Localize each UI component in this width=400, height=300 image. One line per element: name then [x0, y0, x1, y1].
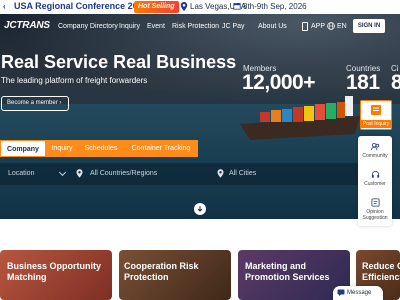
nav-company-directory[interactable]: Company Directory — [58, 23, 118, 30]
tab-schedules[interactable]: Schedules — [78, 140, 124, 157]
chevron-down-icon — [58, 168, 67, 177]
tab-inquiry[interactable]: Inquiry — [46, 140, 78, 157]
promo-date: 8th-9th Sep, 2026 — [243, 2, 307, 11]
search-bar: Location All Countries/Regions All Citie… — [0, 163, 358, 185]
sign-in-button[interactable]: SIGN IN — [353, 19, 385, 33]
become-member-button[interactable]: Become a member › — [1, 96, 69, 111]
sidebar-item-community[interactable]: Community — [358, 138, 392, 166]
hot-selling-badge: Hot Selling — [134, 1, 179, 13]
location-pin-icon — [217, 169, 224, 178]
promo-title: USA Regional Conference 2026 — [14, 1, 148, 11]
card-title: Reduce C Efficiency — [362, 261, 400, 282]
post-inquiry-label: Post Inquiry — [361, 120, 391, 128]
message-button[interactable]: Message — [333, 286, 383, 300]
promo-banner[interactable]: ‹ USA Regional Conference 2026 Hot Selli… — [0, 0, 400, 14]
card-cooperation-risk[interactable]: Cooperation Risk Protection — [119, 250, 231, 300]
nav-about-us[interactable]: About Us — [258, 23, 287, 30]
tab-container-tracking[interactable]: Container Tracking — [124, 140, 198, 157]
phone-icon — [302, 22, 308, 31]
tab-company[interactable]: Company — [0, 140, 46, 157]
stat-countries-value: 181 — [346, 71, 380, 94]
location-pin-icon — [180, 2, 188, 11]
post-inquiry-button[interactable]: Post Inquiry — [360, 100, 392, 130]
floating-sidebar: Community Customer Opinion Suggestion — [358, 136, 392, 226]
arrow-down-icon — [197, 206, 203, 212]
chevron-left-icon: ‹ — [3, 2, 6, 11]
inquiry-icon — [371, 105, 381, 115]
nav-inquiry[interactable]: Inquiry — [119, 23, 140, 30]
nav-jc-pay[interactable]: JC Pay — [222, 23, 245, 30]
nav-app[interactable]: APP — [311, 23, 325, 30]
sidebar-item-customer[interactable]: Customer — [358, 166, 392, 194]
sidebar-label-community: Community — [362, 153, 388, 159]
sidebar-item-opinion[interactable]: Opinion Suggestion — [358, 194, 392, 222]
hero-section — [0, 14, 400, 219]
message-label: Message — [347, 290, 372, 296]
nav-event[interactable]: Event — [147, 23, 165, 30]
cities-select[interactable]: All Cities — [229, 163, 256, 185]
countries-select[interactable]: All Countries/Regions — [90, 163, 157, 185]
feedback-icon — [370, 198, 380, 207]
community-icon — [370, 142, 379, 151]
chevron-right-icon: › — [59, 100, 62, 106]
container-ship-image — [240, 96, 360, 140]
scroll-down-button[interactable] — [194, 203, 206, 215]
search-tabs: Company Inquiry Schedules Container Trac… — [0, 140, 200, 157]
sidebar-label-opinion: Opinion Suggestion — [362, 209, 388, 221]
message-icon — [337, 289, 345, 296]
become-member-label: Become a member — [7, 100, 58, 106]
location-pin-icon — [76, 169, 83, 178]
location-select[interactable]: Location — [8, 163, 34, 185]
top-nav: JCTRANS Company Directory Inquiry Event … — [0, 14, 400, 38]
stat-cities-value: 8 — [391, 71, 400, 94]
globe-icon — [327, 22, 335, 30]
jctrans-logo[interactable]: JCTRANS — [4, 20, 50, 31]
card-business-opportunity[interactable]: Business Opportunity Matching — [0, 250, 112, 300]
card-title: Cooperation Risk Protection — [124, 261, 199, 282]
nav-risk-protection[interactable]: Risk Protection — [172, 23, 219, 30]
hero-tagline: The leading platform of freight forwarde… — [1, 76, 148, 85]
card-title: Business Opportunity Matching — [7, 261, 102, 282]
hero-headline: Real Service Real Business — [1, 52, 237, 72]
card-title: Marketing and Promotion Services — [245, 261, 330, 282]
stat-members-value: 12,000+ — [242, 71, 316, 94]
nav-language[interactable]: EN — [337, 23, 347, 30]
headset-icon — [371, 171, 379, 178]
calendar-icon — [233, 3, 241, 10]
sidebar-label-customer: Customer — [364, 181, 386, 187]
